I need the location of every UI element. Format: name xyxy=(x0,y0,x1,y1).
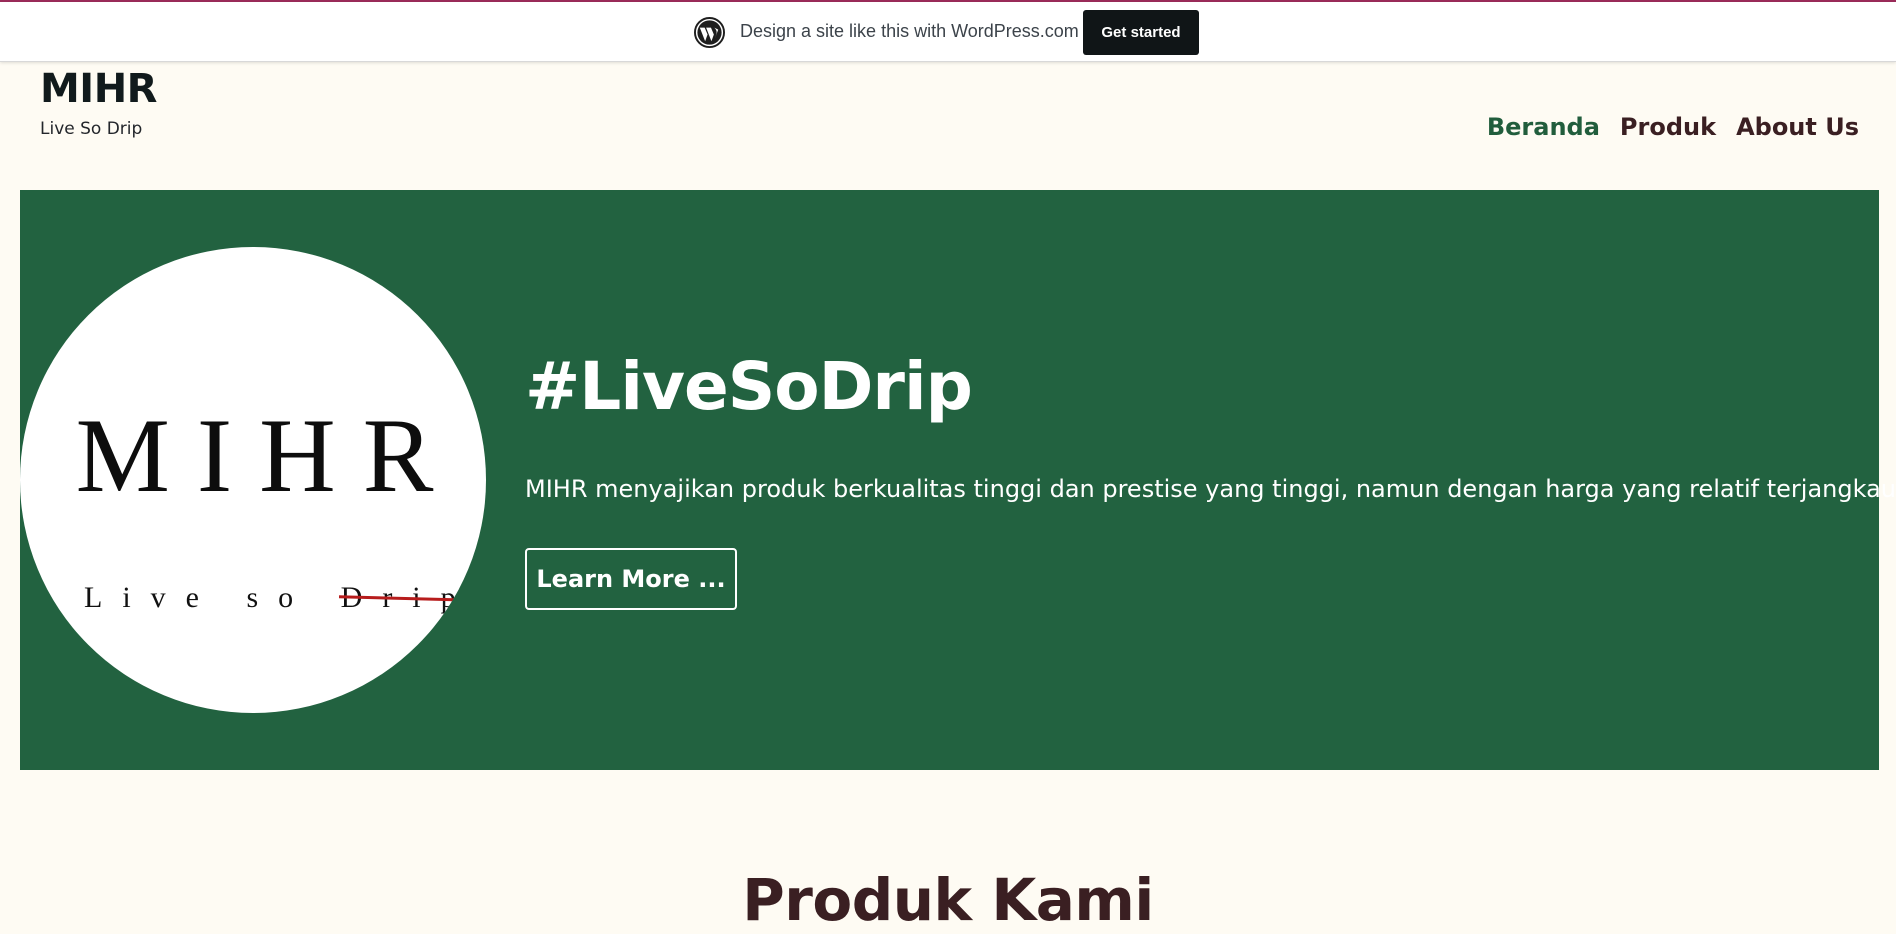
main-navigation: Beranda Produk About Us xyxy=(1487,113,1859,141)
logo-slogan: Live so Drip xyxy=(84,583,476,613)
nav-item-produk[interactable]: Produk xyxy=(1620,113,1716,141)
get-started-button[interactable]: Get started xyxy=(1083,10,1199,55)
hero-banner: MIHR Live so Drip #LiveSoDrip MIHR menya… xyxy=(20,190,1896,770)
logo-slogan-prefix: Live so xyxy=(84,581,314,614)
wordpress-logo-icon[interactable] xyxy=(694,17,725,48)
hero-description: MIHR menyajikan produk berkualitas tingg… xyxy=(525,475,1896,503)
site-title[interactable]: MIHR xyxy=(40,66,157,112)
logo-slogan-struck: Drip xyxy=(340,581,476,614)
brand-logo-image: MIHR Live so Drip xyxy=(20,247,486,713)
hero-heading: #LiveSoDrip xyxy=(525,348,973,425)
nav-item-about-us[interactable]: About Us xyxy=(1736,113,1859,141)
site-tagline: Live So Drip xyxy=(40,119,143,139)
products-section-heading: Produk Kami xyxy=(742,866,1154,934)
learn-more-button[interactable]: Learn More ... xyxy=(525,548,737,610)
wordpress-promo-text: Design a site like this with WordPress.c… xyxy=(740,21,1079,41)
logo-wordmark: MIHR xyxy=(75,397,461,514)
nav-item-beranda[interactable]: Beranda xyxy=(1487,113,1600,141)
wordpress-promo-bar: Design a site like this with WordPress.c… xyxy=(0,2,1896,62)
